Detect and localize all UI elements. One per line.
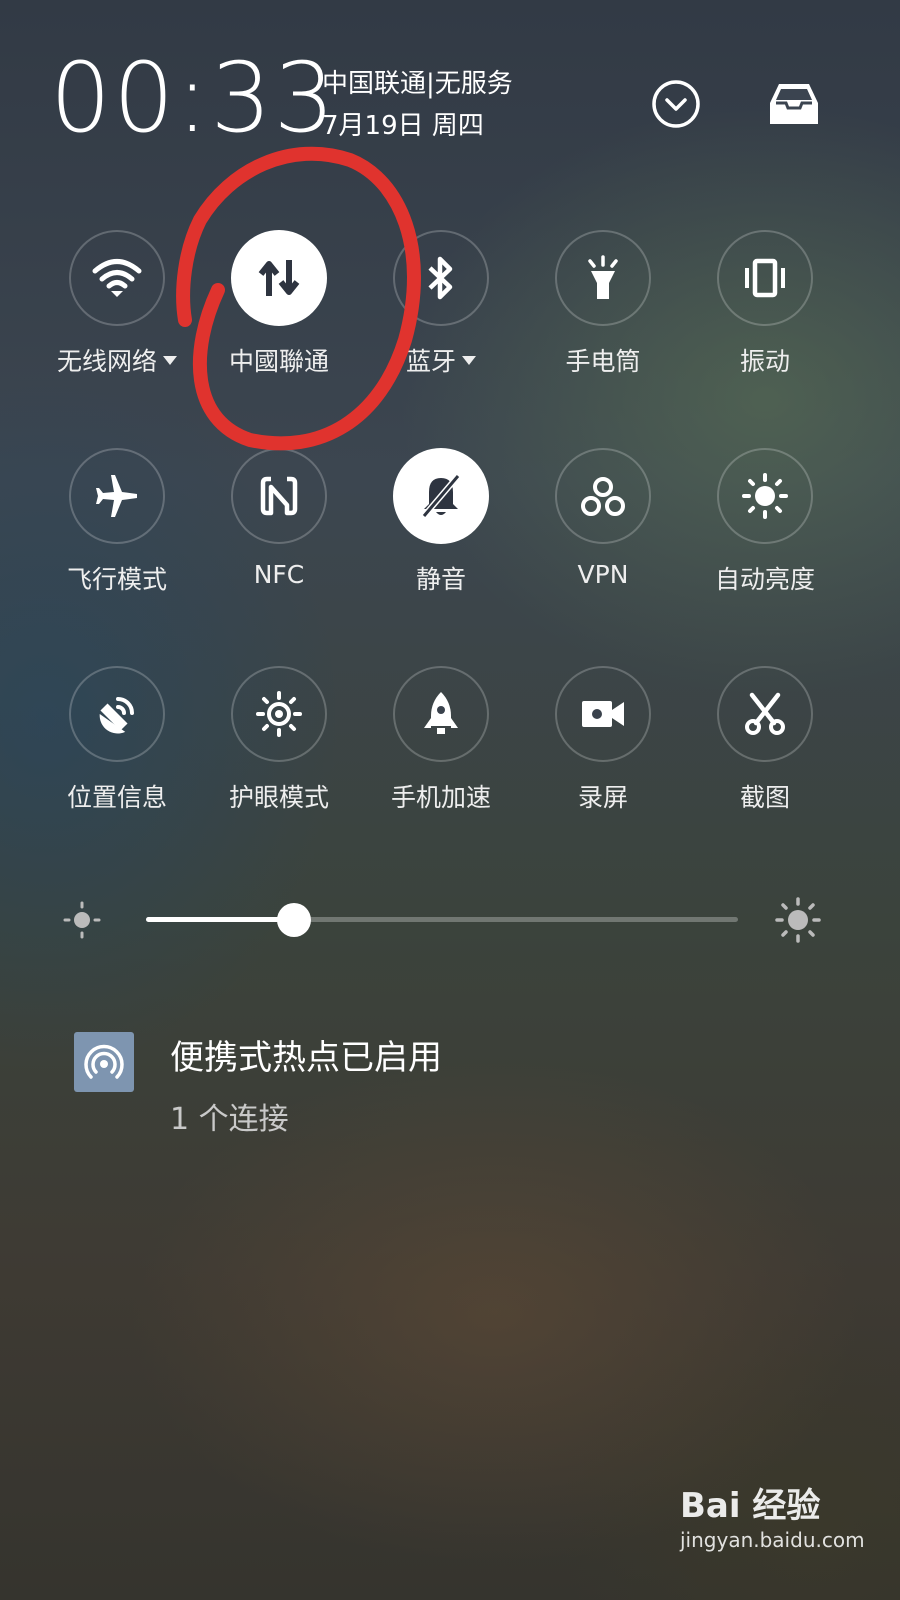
notification-subtitle: 1 个连接 xyxy=(170,1102,289,1137)
brightness-low-icon xyxy=(63,901,101,939)
tile-eye-care[interactable]: 护眼模式 xyxy=(204,666,354,866)
brightness-high-icon xyxy=(775,897,821,943)
phone-boost-toggle[interactable] xyxy=(393,666,489,762)
brightness-slider-fill xyxy=(146,917,294,922)
location-icon xyxy=(99,697,134,734)
screenshot-scissors-icon xyxy=(745,692,785,735)
tile-label: 位置信息 xyxy=(66,783,167,812)
screenshot-toggle[interactable] xyxy=(717,666,813,762)
tile-label: 截图 xyxy=(739,783,790,812)
tile-label: 录屏 xyxy=(577,783,628,812)
hotspot-notification[interactable]: 便携式热点已启用 1 个连接 xyxy=(74,1030,834,1150)
screen-record-toggle[interactable] xyxy=(555,666,651,762)
tile-phone-boost[interactable]: 手机加速 xyxy=(366,666,516,866)
screen-record-icon xyxy=(582,701,624,727)
highlight-annotation xyxy=(176,146,421,451)
tile-label: 护眼模式 xyxy=(228,783,329,812)
watermark-brand: Bai 经验 xyxy=(680,1486,821,1526)
hotspot-icon xyxy=(74,1032,134,1092)
tile-location[interactable]: 位置信息 xyxy=(42,666,192,866)
eye-care-toggle[interactable] xyxy=(231,666,327,762)
brightness-slider[interactable] xyxy=(146,903,738,937)
baidu-watermark: Bai 经验 jingyan.baidu.com xyxy=(680,1478,890,1570)
tile-screen-record[interactable]: 录屏 xyxy=(528,666,678,866)
watermark-url: jingyan.baidu.com xyxy=(680,1528,865,1552)
brightness-slider-knob[interactable] xyxy=(277,903,311,937)
tile-screenshot[interactable]: 截图 xyxy=(690,666,840,866)
brightness-row xyxy=(60,895,840,945)
tile-label: 手机加速 xyxy=(390,783,491,812)
notification-title: 便携式热点已启用 xyxy=(170,1038,442,1078)
rocket-icon xyxy=(424,692,458,734)
eye-care-icon xyxy=(256,691,302,737)
location-toggle[interactable] xyxy=(69,666,165,762)
